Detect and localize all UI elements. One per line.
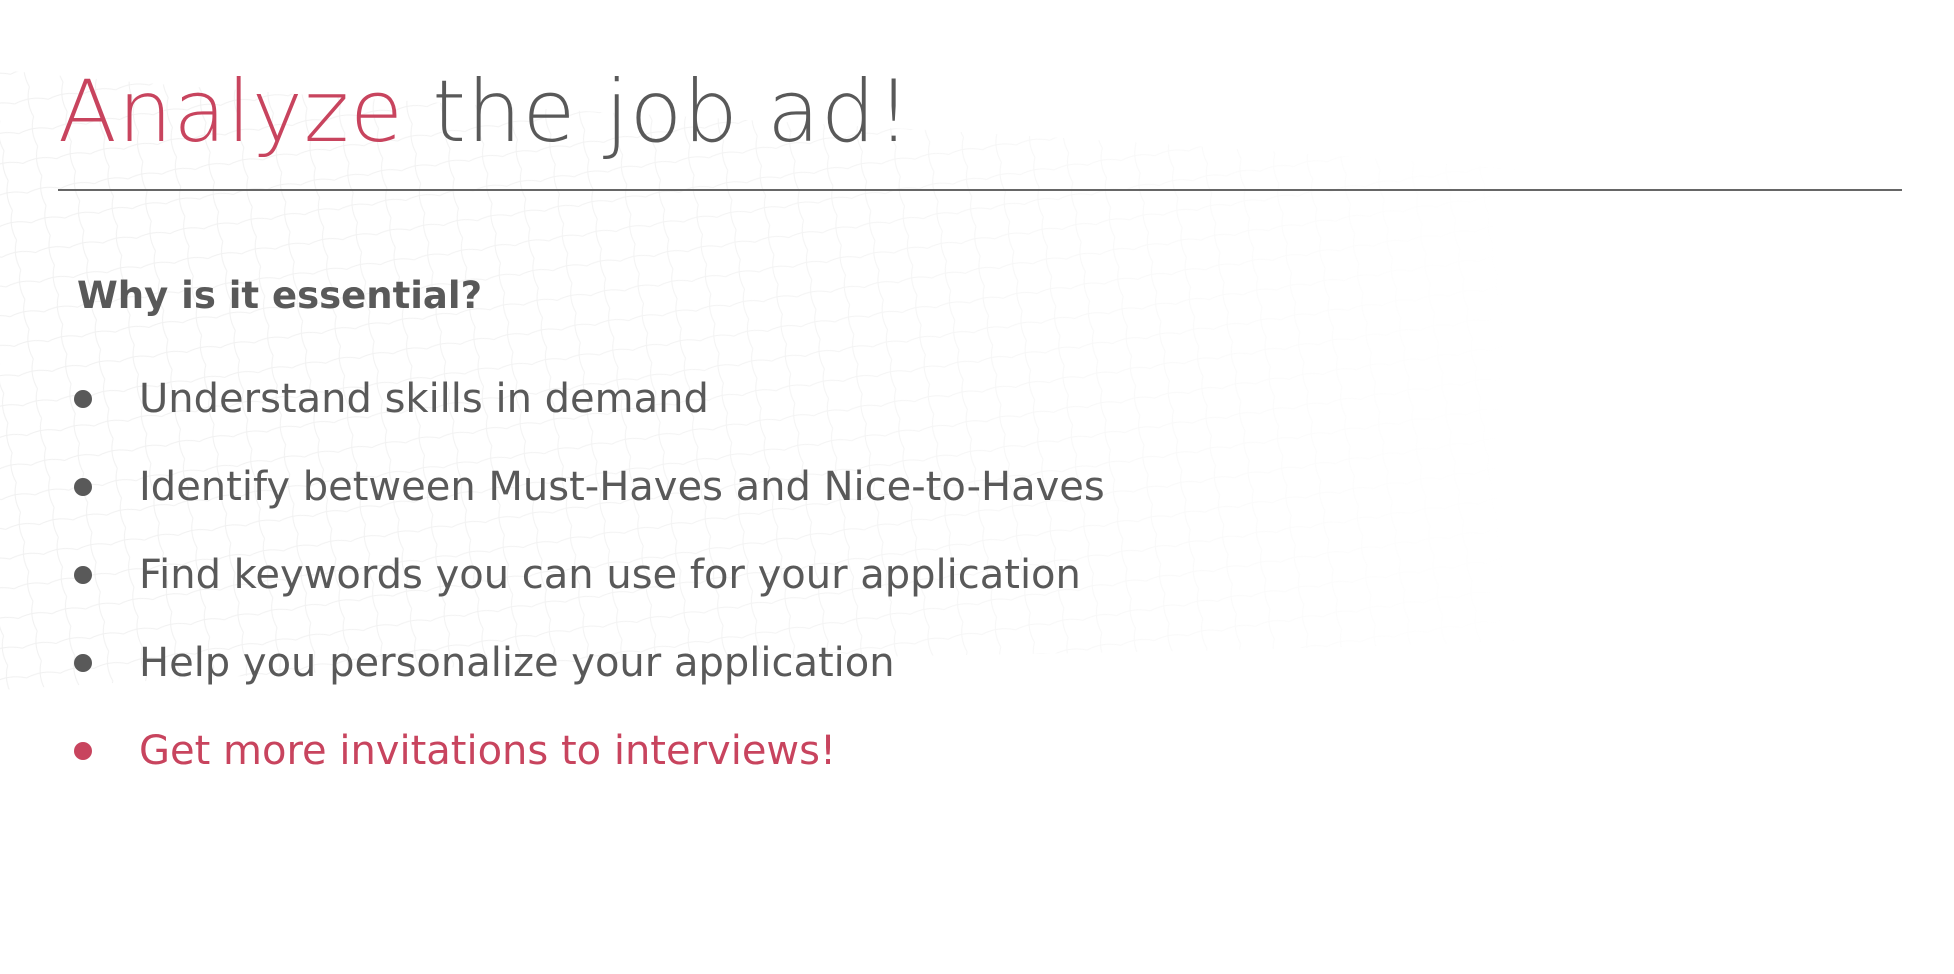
title-accent-word: Analyze — [58, 62, 404, 162]
bullet-dot-icon — [74, 742, 92, 760]
bullet-dot-icon — [74, 478, 92, 496]
bullet-item: Understand skills in demand — [70, 355, 1105, 443]
bullet-item: Help you personalize your application — [70, 619, 1105, 707]
bullet-list: Understand skills in demand Identify bet… — [70, 355, 1105, 795]
title-rest: the job ad! — [432, 62, 912, 162]
title-divider — [58, 189, 1902, 191]
section-subheading: Why is it essential? — [77, 274, 483, 317]
bullet-item: Find keywords you can use for your appli… — [70, 531, 1105, 619]
slide: Analyze the job ad! Why is it essential?… — [0, 0, 1954, 974]
bullet-text: Identify between Must-Haves and Nice-to-… — [139, 464, 1105, 510]
bullet-text: Understand skills in demand — [139, 376, 709, 422]
bullet-text: Help you personalize your application — [139, 640, 895, 686]
bullet-item-highlight: Get more invitations to interviews! — [70, 707, 1105, 795]
slide-title: Analyze the job ad! — [58, 52, 912, 172]
bullet-text: Get more invitations to interviews! — [139, 728, 837, 774]
bullet-text: Find keywords you can use for your appli… — [139, 552, 1081, 598]
bullet-dot-icon — [74, 654, 92, 672]
bullet-item: Identify between Must-Haves and Nice-to-… — [70, 443, 1105, 531]
bullet-dot-icon — [74, 566, 92, 584]
bullet-dot-icon — [74, 390, 92, 408]
